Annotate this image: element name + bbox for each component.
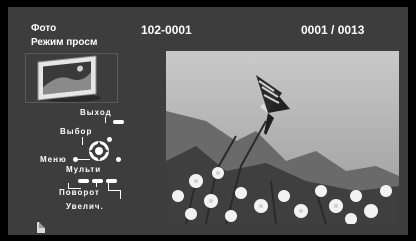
select-label: Выбор xyxy=(60,127,93,136)
view-mode-label: Режим просм xyxy=(31,37,98,48)
exit-label: Выход xyxy=(80,108,112,117)
photo-preview xyxy=(166,51,399,224)
photo-counter: 0001 / 0013 xyxy=(301,23,365,37)
photo-viewer-screen: Фото Режим просм 102-0001 0001 / 0013 Вы… xyxy=(8,7,408,235)
file-icon xyxy=(37,222,45,233)
photo-frame-icon xyxy=(25,53,118,103)
exit-button[interactable] xyxy=(113,120,124,124)
file-id: 102-0001 xyxy=(141,23,192,37)
rotate-button[interactable] xyxy=(92,179,103,183)
mode-label: Фото xyxy=(31,23,57,34)
dpad-icon[interactable] xyxy=(88,140,110,162)
multi-button[interactable] xyxy=(78,179,89,183)
multi-label: Мульти xyxy=(66,165,102,174)
right-button[interactable] xyxy=(116,157,121,162)
zoom-label: Увелич. xyxy=(66,202,104,211)
rotate-label: Поворот xyxy=(59,188,100,197)
menu-label: Меню xyxy=(40,155,67,164)
